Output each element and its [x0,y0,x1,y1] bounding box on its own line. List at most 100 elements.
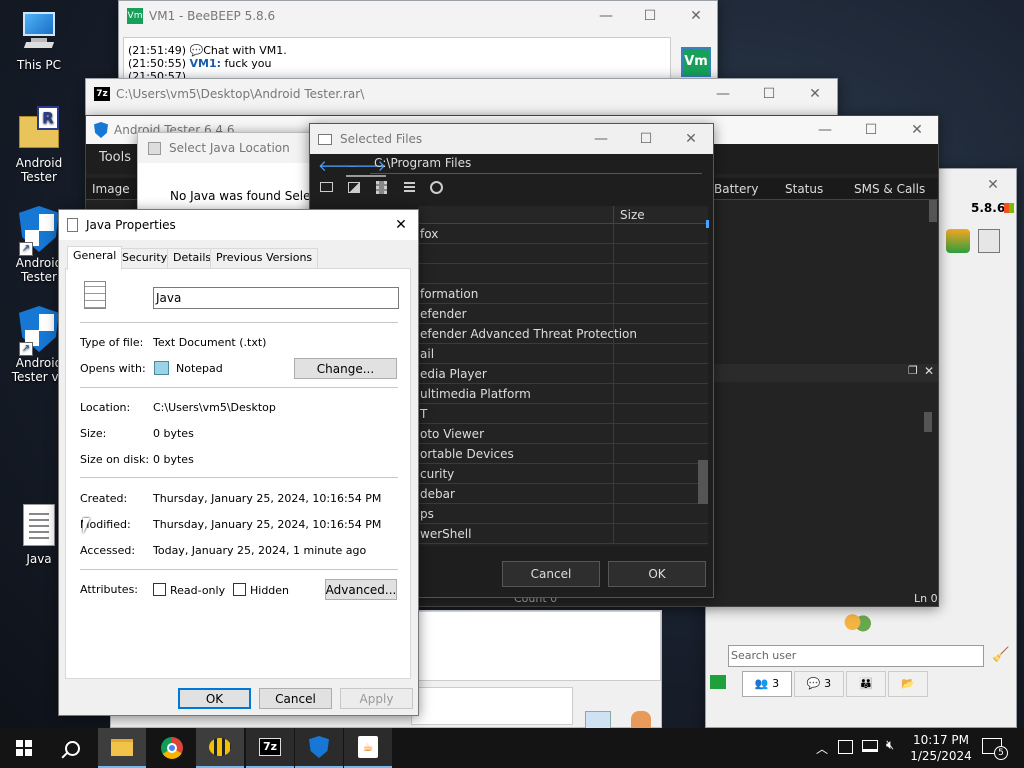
column-image[interactable]: Image [92,182,130,196]
file-name: werShell [420,527,472,541]
clock[interactable]: 10:17 PM 1/25/2024 [910,732,972,764]
tab-files[interactable]: 📂 [888,671,928,697]
menu-tools[interactable]: Tools [99,150,131,165]
desktop-icon-android-tester-folder[interactable]: R Android Tester [2,106,76,184]
ok-button[interactable]: OK [178,688,251,709]
file-list-row[interactable]: oto Viewer [418,424,708,444]
file-list-row[interactable]: debar [418,484,708,504]
file-list-row[interactable]: ortable Devices [418,444,708,464]
file-list-row[interactable]: ultimedia Platform [418,384,708,404]
minimize-button[interactable]: — [583,1,629,31]
tab-security[interactable]: Security [116,248,174,268]
file-list-row[interactable] [418,264,708,284]
path-input[interactable]: C:\Program Files [370,156,702,174]
tab-left[interactable] [710,675,726,689]
update-icon[interactable] [946,229,970,253]
restore-icon[interactable]: ❐ [908,364,918,377]
advanced-button[interactable]: Advanced... [325,579,397,600]
close-button[interactable]: ✕ [673,1,719,31]
title-bar[interactable]: Select Java Location [138,133,326,163]
taskbar-beebeep[interactable] [196,728,244,768]
close-button[interactable]: ✕ [383,210,419,240]
file-name: edia Player [420,367,487,381]
taskbar-file-explorer[interactable] [98,728,146,768]
tab-general[interactable]: General [67,246,123,270]
list-scrollbar[interactable] [698,460,708,504]
change-button[interactable]: Change... [294,358,397,379]
title-bar[interactable]: Java Properties [59,210,418,240]
cancel-button[interactable]: Cancel [259,688,332,709]
tab-groups[interactable]: 👪 [846,671,886,697]
tab-users[interactable]: 👥 3 [742,671,792,697]
tray-overflow-icon[interactable]: ︿ [816,740,828,757]
security-tray-icon[interactable] [838,740,853,754]
search-user-input[interactable]: Search user [728,645,984,667]
filename-input[interactable]: Java [153,287,399,309]
microphone-icon[interactable] [631,711,651,729]
tab-chats[interactable]: 💬 3 [794,671,844,697]
taskbar-java[interactable]: ☕ [344,728,392,768]
file-list-row[interactable]: edia Player [418,364,708,384]
taskbar-android-tester[interactable] [295,728,343,768]
close-button[interactable]: ✕ [668,124,714,154]
volume-muted-icon[interactable]: 🔇︎ [886,738,894,753]
close-button[interactable]: ✕ [970,169,1016,201]
desktop-icon-this-pc[interactable]: This PC [2,10,76,72]
ok-button[interactable]: OK [608,561,706,587]
search-icon [60,740,80,759]
minimize-button[interactable]: — [578,124,624,154]
notification-center-button[interactable]: 5 [982,738,1008,760]
column-sms-calls[interactable]: SMS & Calls [854,182,925,196]
log-scrollbar[interactable] [924,412,932,432]
tab-previous-versions[interactable]: Previous Versions [210,248,319,268]
mail-icon[interactable] [585,711,611,729]
file-list-row[interactable]: ps [418,504,708,524]
trash-icon[interactable] [978,229,1000,253]
7zip-window[interactable]: 7z C:\Users\vm5\Desktop\Android Tester.r… [85,78,838,118]
maximize-button[interactable]: ☐ [746,79,792,109]
file-list-row[interactable] [418,244,708,264]
maximize-button[interactable]: ☐ [623,124,669,154]
column-status[interactable]: Status [785,182,823,196]
document-icon[interactable] [404,182,415,194]
close-button[interactable]: ✕ [792,79,838,109]
file-list[interactable]: Size fox formation efender efender Advanced… [418,206,708,546]
file-list-row[interactable]: curity [418,464,708,484]
close-icon[interactable]: ✕ [924,364,934,378]
user-avatar[interactable]: Vm [681,47,711,77]
shield-icon [148,141,161,155]
java-properties-dialog[interactable]: Java Properties ✕ General Security Detai… [58,209,419,716]
file-list-row[interactable]: formation [418,284,708,304]
video-icon[interactable] [376,181,387,194]
computer-icon[interactable] [320,182,333,192]
maximize-button[interactable]: ☐ [627,1,673,31]
file-list-row[interactable]: werShell [418,524,708,544]
file-list-row[interactable]: fox [418,224,708,244]
file-name: fox [420,227,439,241]
clear-search-icon[interactable]: 🧹 [992,647,1009,663]
network-icon[interactable] [862,740,878,752]
taskbar-chrome[interactable] [148,728,196,768]
start-button[interactable] [0,728,48,768]
minimize-button[interactable]: — [700,79,746,109]
hidden-checkbox[interactable]: Hidden [233,583,289,597]
file-list-row[interactable]: ail [418,344,708,364]
cancel-button[interactable]: Cancel [502,561,600,587]
column-battery[interactable]: Battery [714,182,758,196]
file-list-row[interactable]: efender Advanced Threat Protection [418,324,708,344]
column-size[interactable]: Size [620,208,645,222]
image-icon[interactable] [348,182,360,193]
apply-button[interactable]: Apply [340,688,413,709]
scrollbar[interactable] [929,200,937,222]
file-list-row[interactable]: efender [418,304,708,324]
music-icon[interactable] [430,181,443,194]
desktop-icon-label: Java [26,552,52,566]
window-title: Java Properties [86,218,176,232]
close-button[interactable]: ✕ [894,116,940,144]
taskbar-7zip[interactable]: 7z [246,728,294,768]
file-list-row[interactable]: T [418,404,708,424]
read-only-checkbox[interactable]: Read-only [153,583,225,597]
minimize-button[interactable]: — [802,116,848,144]
search-button[interactable] [48,728,96,768]
maximize-button[interactable]: ☐ [848,116,894,144]
